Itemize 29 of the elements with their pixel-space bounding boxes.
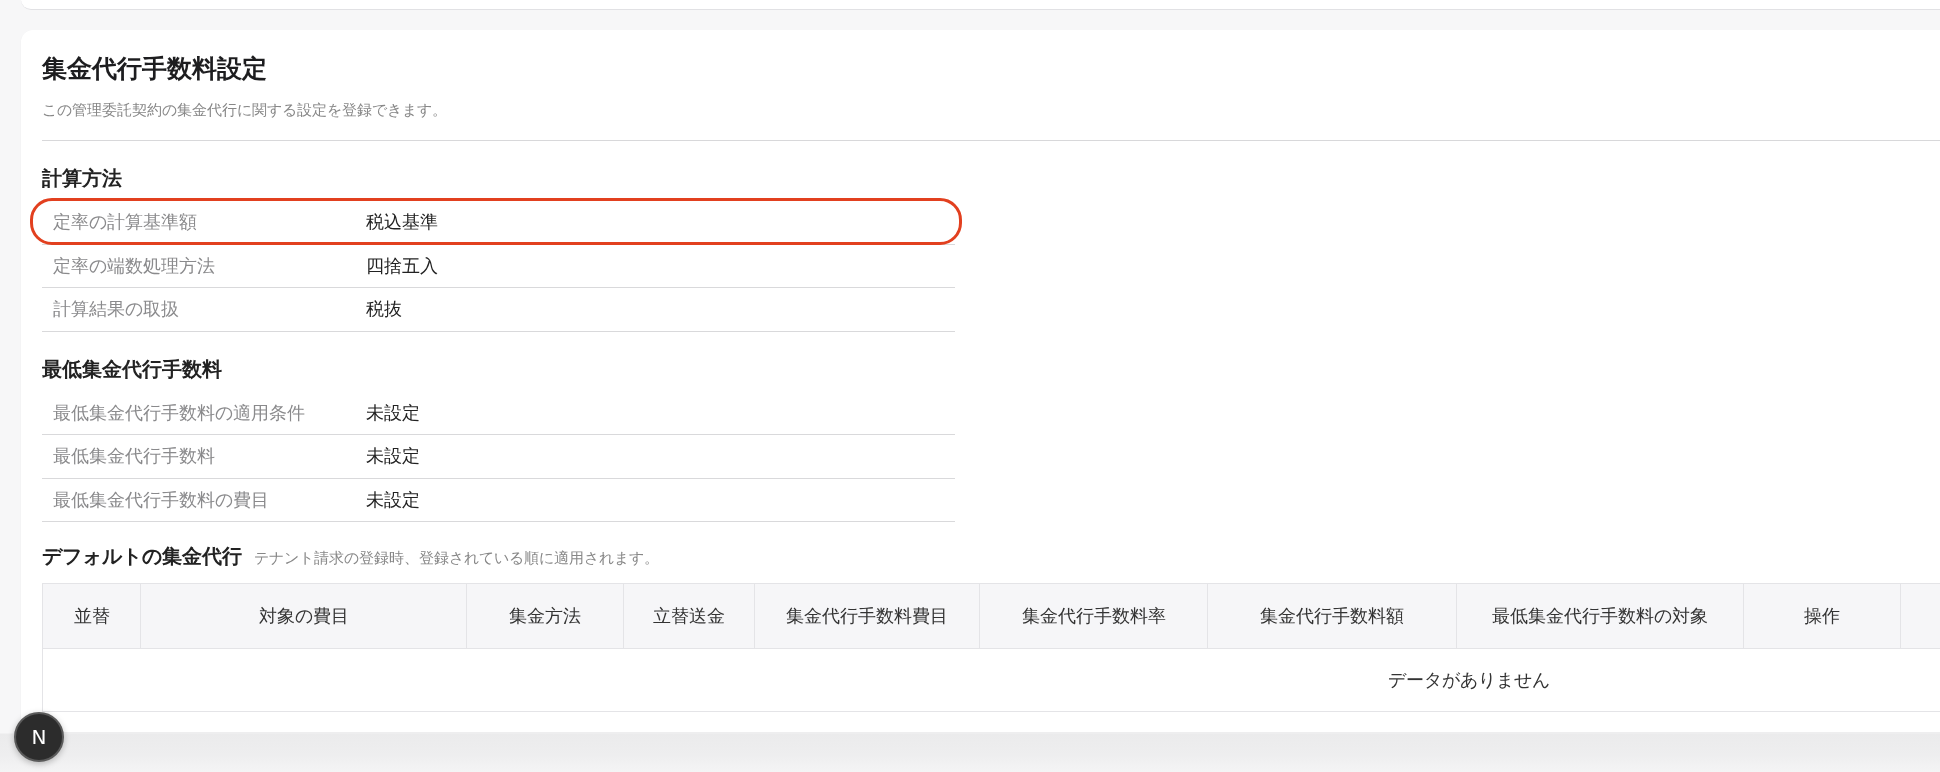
section-heading: 最低集金代行手数料	[42, 355, 223, 383]
column-header: 立替送金	[624, 584, 755, 648]
field-label: 定率の計算基準額	[53, 210, 198, 235]
field-label: 計算結果の取扱	[53, 297, 180, 322]
empty-message: データがありません	[1388, 668, 1550, 692]
field-label: 最低集金代行手数料の費目	[53, 487, 270, 512]
column-header: 対象の費目	[141, 584, 467, 648]
column-header: 最低集金代行手数料の対象	[1457, 584, 1744, 648]
field-value: 四捨五入	[366, 253, 439, 278]
card-title: 集金代行手数料設定	[42, 53, 268, 85]
field-label: 定率の端数処理方法	[53, 253, 216, 278]
field-value: 税込基準	[366, 210, 439, 235]
dev-indicator-button[interactable]: N	[14, 712, 64, 762]
column-header: 集金代行手数料費目	[755, 584, 980, 648]
column-header: 操作	[1744, 584, 1901, 648]
field-value: 未設定	[366, 487, 421, 512]
section-note: テナント請求の登録時、登録されている順に適用されます。	[254, 549, 659, 568]
field-value: 税抜	[366, 297, 403, 322]
column-header: 並替	[43, 584, 141, 648]
field-label: 最低集金代行手数料	[53, 444, 216, 469]
field-value: 未設定	[366, 400, 421, 425]
column-header: 集金代行手数料額	[1208, 584, 1457, 648]
section-heading: 計算方法	[42, 165, 123, 192]
card-description: この管理委託契約の集金代行に関する設定を登録できます。	[42, 100, 448, 120]
section-heading: デフォルトの集金代行	[42, 543, 242, 570]
column-header: 集金方法	[467, 584, 624, 648]
column-header: 集金代行手数料率	[980, 584, 1208, 648]
field-value: 未設定	[366, 444, 421, 469]
field-label: 最低集金代行手数料の適用条件	[53, 400, 306, 425]
